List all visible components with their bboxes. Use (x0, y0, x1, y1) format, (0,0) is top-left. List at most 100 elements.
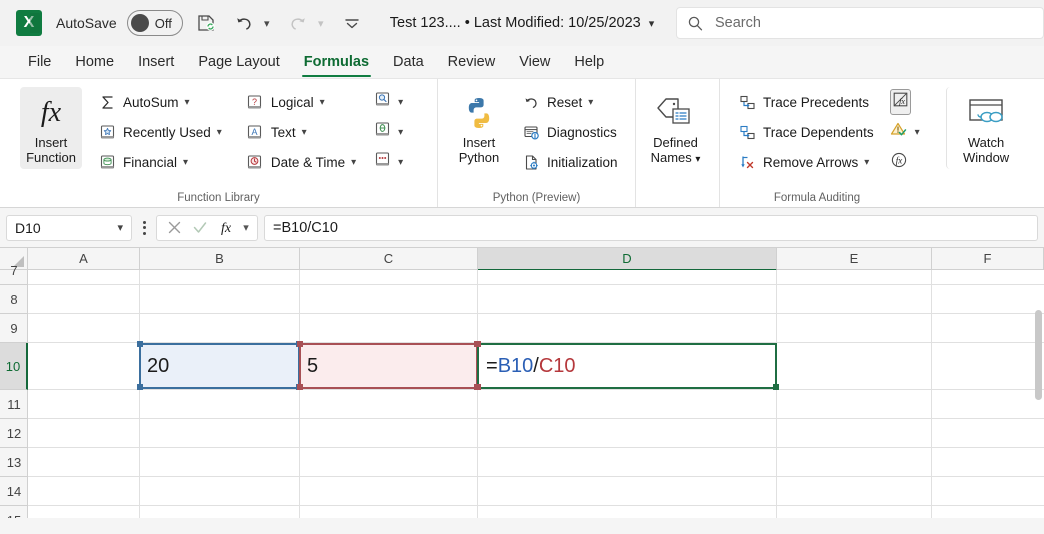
error-checking-button[interactable]: ▾ (888, 117, 930, 147)
vertical-scrollbar[interactable] (1033, 270, 1044, 518)
more-functions-icon (374, 151, 391, 173)
row-header-13[interactable]: 13 (0, 448, 28, 477)
tab-file[interactable]: File (16, 46, 63, 78)
python-initialization-button[interactable]: Initialization (516, 147, 622, 177)
column-header-c[interactable]: C (300, 248, 478, 269)
python-icon (461, 91, 497, 135)
name-box-caret-icon[interactable]: ▾ (117, 221, 123, 234)
gridline-h-13 (28, 476, 1044, 477)
search-box[interactable]: Search (676, 7, 1044, 39)
column-header-a[interactable]: A (28, 248, 140, 269)
remove-arrows-caret-icon[interactable]: ▾ (864, 157, 869, 168)
column-header-e[interactable]: E (777, 248, 932, 269)
gridline-v-c (477, 270, 478, 518)
tab-insert[interactable]: Insert (126, 46, 186, 78)
tab-help[interactable]: Help (562, 46, 616, 78)
tab-review[interactable]: Review (436, 46, 508, 78)
row-header-14[interactable]: 14 (0, 477, 28, 506)
column-header-b[interactable]: B (140, 248, 300, 269)
row-header-11[interactable]: 11 (0, 390, 28, 419)
text-caret-icon[interactable]: ▾ (302, 127, 307, 138)
lookup-reference-caret-icon[interactable]: ▾ (398, 97, 403, 108)
save-refresh-icon[interactable] (191, 8, 221, 38)
cells-area[interactable]: 20 5 = B10 / C10 (28, 270, 1044, 518)
redo-dropdown-caret-icon[interactable]: ▾ (313, 8, 329, 38)
gridline-h-10 (28, 389, 1044, 390)
financial-label: Financial (123, 155, 177, 170)
tab-view[interactable]: View (507, 46, 562, 78)
formula-input[interactable]: =B10/C10 (264, 215, 1038, 241)
vertical-scrollbar-thumb[interactable] (1035, 310, 1042, 400)
math-trig-button[interactable]: ▾ (372, 117, 414, 147)
enter-icon[interactable] (187, 216, 213, 240)
defined-names-label-2-text: Names (651, 150, 692, 165)
show-formulas-button[interactable]: fx (888, 87, 930, 117)
name-box-value: D10 (15, 220, 41, 236)
tab-page-layout[interactable]: Page Layout (186, 46, 291, 78)
autosave-toggle-knob (131, 14, 149, 32)
undo-icon[interactable] (229, 8, 259, 38)
date-time-caret-icon[interactable]: ▾ (351, 157, 356, 168)
insert-function-icon[interactable]: fx (213, 216, 239, 240)
evaluate-formula-button[interactable]: fx (888, 147, 930, 177)
python-reset-caret-icon[interactable]: ▾ (588, 97, 593, 108)
lookup-reference-button[interactable]: ▾ (372, 87, 414, 117)
insert-function-button[interactable]: fx Insert Function (20, 87, 82, 169)
trace-precedents-button[interactable]: Trace Precedents (732, 87, 878, 117)
cell-c10[interactable]: 5 (301, 343, 476, 389)
financial-caret-icon[interactable]: ▾ (183, 157, 188, 168)
customize-quick-access-icon[interactable] (337, 8, 367, 38)
column-header-f[interactable]: F (932, 248, 1044, 269)
document-title-caret-icon[interactable]: ▾ (649, 17, 655, 30)
python-diagnostics-button[interactable]: Diagnostics (516, 117, 622, 147)
trace-dependents-button[interactable]: Trace Dependents (732, 117, 878, 147)
gridline-v-b (299, 270, 300, 518)
formula-bar-caret-icon[interactable]: ▾ (239, 216, 253, 240)
row-header-10[interactable]: 10 (0, 343, 28, 390)
row-header-8[interactable]: 8 (0, 285, 28, 314)
row-header-15[interactable]: 15 (0, 506, 28, 518)
autosum-button[interactable]: AutoSum ▾ (92, 87, 226, 117)
gridline-h-11 (28, 418, 1044, 419)
defined-names-icon (656, 91, 696, 135)
watch-window-button[interactable]: Watch Window (946, 87, 1018, 169)
document-title[interactable]: Test 123.... • Last Modified: 10/25/2023 (390, 15, 641, 31)
math-trig-caret-icon[interactable]: ▾ (398, 127, 403, 138)
python-reset-button[interactable]: Reset ▾ (516, 87, 622, 117)
logical-caret-icon[interactable]: ▾ (320, 97, 325, 108)
defined-names-caret-icon[interactable]: ▾ (695, 154, 700, 165)
tab-data[interactable]: Data (381, 46, 436, 78)
recently-used-caret-icon[interactable]: ▾ (217, 127, 222, 138)
row-header-12[interactable]: 12 (0, 419, 28, 448)
row-header-9[interactable]: 9 (0, 314, 28, 343)
autosum-caret-icon[interactable]: ▾ (185, 97, 190, 108)
tab-home[interactable]: Home (63, 46, 126, 78)
undo-dropdown-caret-icon[interactable]: ▾ (259, 8, 275, 38)
cell-d10[interactable]: = B10 / C10 (480, 343, 774, 389)
remove-arrows-button[interactable]: Remove Arrows ▾ (732, 147, 878, 177)
tab-formulas[interactable]: Formulas (292, 46, 381, 78)
text-button[interactable]: A Text ▾ (240, 117, 360, 147)
more-functions-button[interactable]: ▾ (372, 147, 414, 177)
logical-button[interactable]: ? Logical ▾ (240, 87, 360, 117)
insert-python-button[interactable]: Insert Python (450, 87, 508, 169)
redo-icon[interactable] (283, 8, 313, 38)
logical-label: Logical (271, 95, 314, 110)
defined-names-button[interactable]: Defined Names ▾ (644, 87, 707, 171)
formula-bar-more-options-icon[interactable] (135, 215, 153, 241)
cancel-icon[interactable] (161, 216, 187, 240)
error-checking-caret-icon[interactable]: ▾ (915, 127, 920, 138)
recently-used-button[interactable]: Recently Used ▾ (92, 117, 226, 147)
ribbon-group-defined-names: Defined Names ▾ (635, 79, 719, 207)
date-time-button[interactable]: Date & Time ▾ (240, 147, 360, 177)
autosave-toggle[interactable]: Off (127, 10, 183, 36)
column-header-d[interactable]: D (478, 248, 777, 271)
row-header-7[interactable]: 7 (0, 256, 28, 285)
formula-auditing-icons-col: fx ▾ (888, 87, 930, 177)
title-bar: AutoSave Off ▾ (0, 0, 1044, 46)
excel-logo[interactable] (16, 10, 42, 36)
more-functions-caret-icon[interactable]: ▾ (398, 157, 403, 168)
name-box[interactable]: D10 ▾ (6, 215, 132, 241)
financial-button[interactable]: Financial ▾ (92, 147, 226, 177)
cell-b10[interactable]: 20 (141, 343, 298, 389)
